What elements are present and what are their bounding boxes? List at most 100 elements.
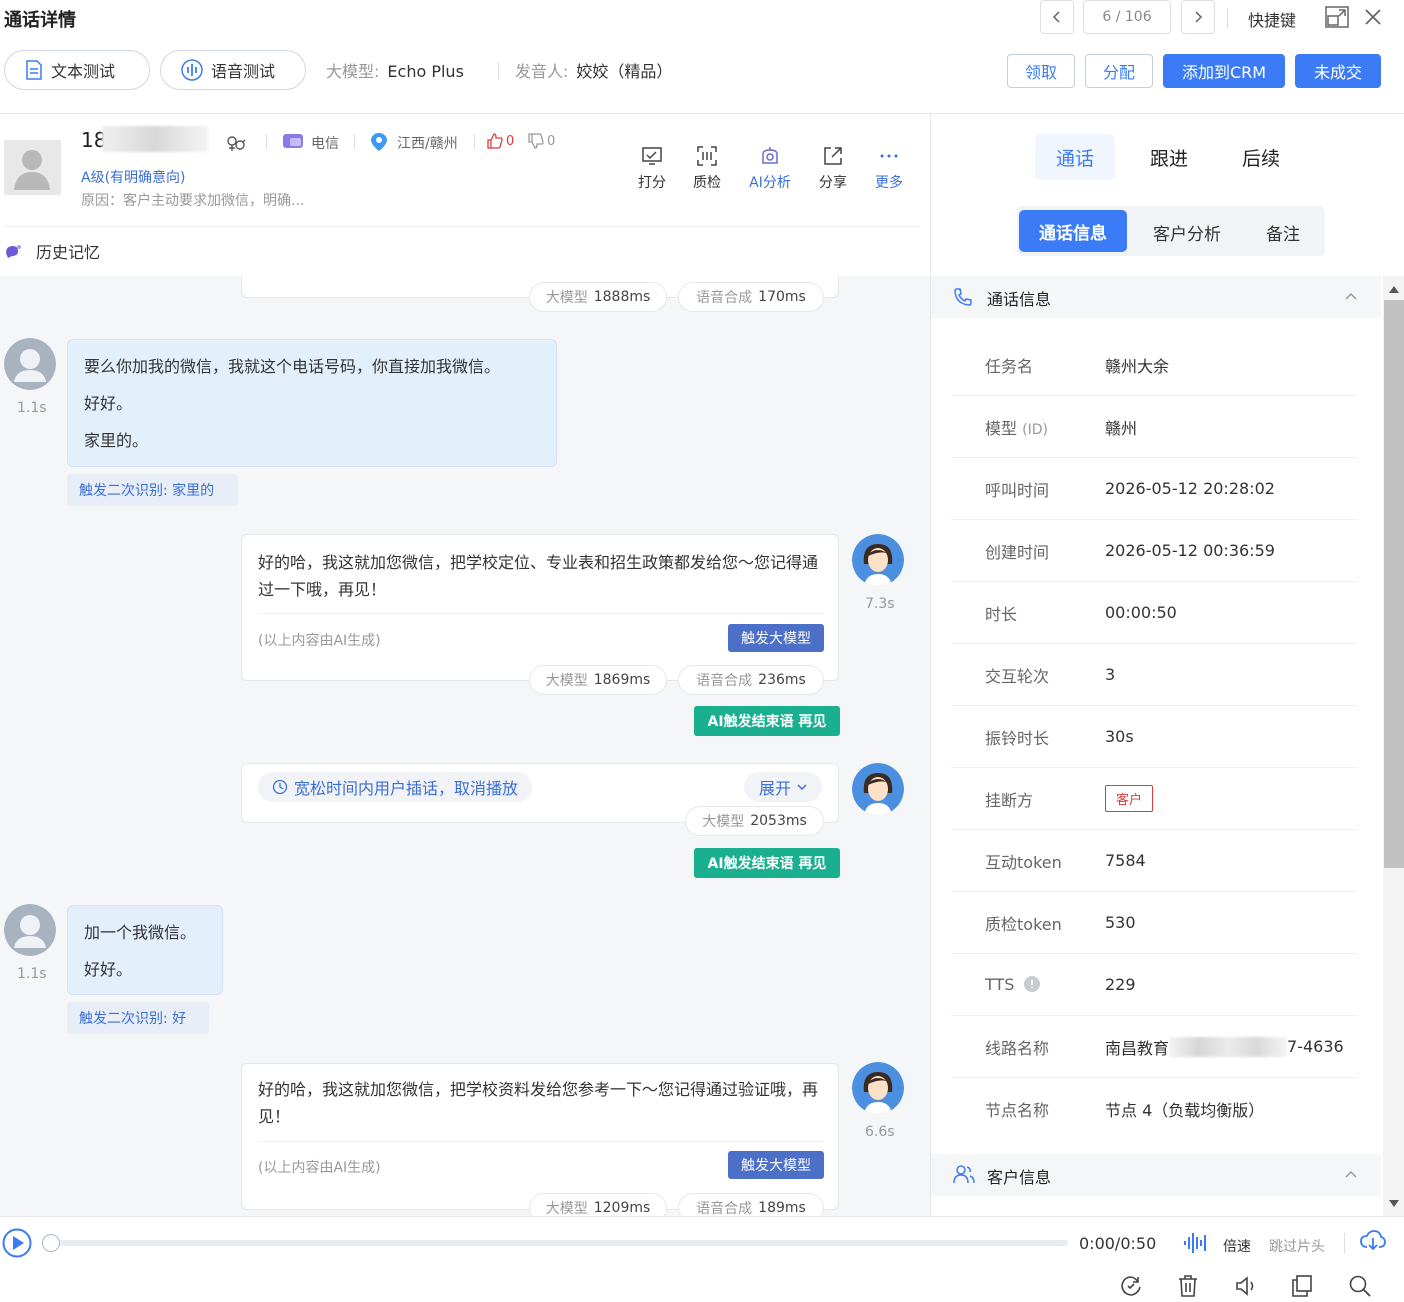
shortcut-link[interactable]: 快捷键 xyxy=(1248,7,1296,31)
prev-page-button[interactable] xyxy=(1040,0,1074,34)
divider xyxy=(258,1141,824,1142)
tab-subsequent[interactable]: 后续 xyxy=(1221,144,1301,171)
subtab-call-info[interactable]: 通话信息 xyxy=(1019,210,1127,252)
ai-message-text: 好的哈，我这就加您微信，把学校定位、专业表和招生政策都发给您～您记得通过一下哦，… xyxy=(258,553,819,599)
trash-icon[interactable] xyxy=(1178,1275,1198,1297)
tab-call[interactable]: 通话 xyxy=(1035,134,1115,180)
ai-end-phrase-badge: AI触发结束语 再见 xyxy=(694,848,840,878)
divider xyxy=(498,62,499,80)
add-to-crm-button[interactable]: 添加到CRM xyxy=(1163,54,1285,88)
tab-follow-up[interactable]: 跟进 xyxy=(1129,144,1209,171)
progress-handle[interactable] xyxy=(42,1234,60,1252)
info-value: 2026-05-12 00:36:59 xyxy=(1105,541,1275,560)
ai-analysis-tool[interactable]: AI分析 xyxy=(745,146,795,192)
like-count: 0 xyxy=(506,133,515,149)
text-test-button[interactable]: 文本测试 xyxy=(4,50,150,90)
section-call-info-title: 通话信息 xyxy=(987,290,1052,309)
ai-robot-icon xyxy=(762,147,778,164)
scroll-down-arrow-icon[interactable] xyxy=(1389,1200,1399,1207)
users-icon xyxy=(953,1165,975,1184)
window-icon[interactable] xyxy=(1292,1275,1312,1297)
info-value: 530 xyxy=(1105,913,1136,932)
more-tool[interactable]: 更多 xyxy=(864,146,914,192)
info-row-model: 模型 (ID) 赣州 xyxy=(951,396,1357,458)
quality-check-tool[interactable]: 质检 xyxy=(682,146,732,192)
avatar xyxy=(4,140,61,195)
trigger-llm-badge: 触发大模型 xyxy=(728,1151,824,1179)
scroll-up-arrow-icon[interactable] xyxy=(1389,286,1399,293)
subtab-notes[interactable]: 备注 xyxy=(1247,220,1319,245)
progress-track[interactable] xyxy=(50,1240,1068,1246)
voice-test-button[interactable]: 语音测试 xyxy=(160,50,306,90)
info-key: 模型 (ID) xyxy=(985,418,1048,438)
audio-player: 0:00/0:50 倍速 跳过片头 xyxy=(0,1216,1404,1302)
info-key: 时长 xyxy=(985,604,1018,624)
refresh-icon[interactable] xyxy=(1120,1275,1142,1297)
agent-girl-icon xyxy=(852,1062,904,1114)
info-circle-icon[interactable] xyxy=(1023,976,1040,992)
masked-line-name xyxy=(1169,1036,1288,1057)
claim-button[interactable]: 领取 xyxy=(1007,54,1075,88)
share-tool[interactable]: 分享 xyxy=(808,146,858,192)
info-row-interaction-token: 互动token 7584 xyxy=(951,830,1357,892)
section-customer-info-header[interactable]: 客户信息 xyxy=(931,1154,1381,1196)
divider xyxy=(266,134,267,150)
tts-latency: 语音合成 189ms xyxy=(678,1193,824,1216)
info-key: 节点名称 xyxy=(985,1101,1050,1120)
share-label: 分享 xyxy=(819,175,847,191)
llm-latency: 大模型 1888ms xyxy=(529,282,667,312)
score-tool[interactable]: 打分 xyxy=(627,146,677,192)
score-label: 打分 xyxy=(638,175,666,191)
scrollbar-thumb[interactable] xyxy=(1384,300,1404,868)
info-row-line-name: 线路名称 南昌教育 7-4636 xyxy=(951,1016,1357,1078)
divider xyxy=(1344,1233,1345,1253)
divider xyxy=(1227,8,1228,28)
section-call-info-header[interactable]: 通话信息 xyxy=(931,276,1381,318)
agent-girl-icon xyxy=(852,534,904,586)
search-icon[interactable] xyxy=(1349,1275,1371,1297)
chat-transcript[interactable]: 大模型 1888ms 语音合成 170ms 1.1s 要么你加我的微信，我就这个电话… xyxy=(0,276,930,1216)
user-message-line: 好好。 xyxy=(84,960,133,979)
close-icon[interactable] xyxy=(1364,8,1382,26)
skip-intro-button[interactable]: 跳过片头 xyxy=(1269,1236,1325,1256)
waveform-icon[interactable] xyxy=(1183,1231,1209,1255)
agent-avatar xyxy=(852,534,904,586)
tts-latency: 语音合成 170ms xyxy=(678,282,824,312)
user-message: 加一个我微信。 好好。 xyxy=(67,905,223,995)
page-indicator: 6 / 106 xyxy=(1083,0,1171,34)
assign-button[interactable]: 分配 xyxy=(1085,54,1153,88)
expand-button[interactable]: 展开 xyxy=(744,772,822,802)
user-placeholder-icon xyxy=(14,150,50,190)
download-icon[interactable] xyxy=(1360,1229,1386,1253)
document-icon xyxy=(26,60,42,80)
next-page-button[interactable] xyxy=(1181,0,1215,34)
user-avatar xyxy=(4,904,56,956)
chevron-down-icon xyxy=(797,784,807,791)
speaker-value: 姣姣（精品） xyxy=(576,62,673,81)
like-button[interactable]: 0 xyxy=(487,133,514,149)
play-button[interactable] xyxy=(2,1228,32,1258)
info-key: 任务名 xyxy=(985,356,1034,376)
no-deal-button[interactable]: 未成交 xyxy=(1295,54,1381,88)
history-memory-link[interactable]: 历史记忆 xyxy=(4,239,100,263)
speed-button[interactable]: 倍速 xyxy=(1223,1236,1251,1256)
dislike-button[interactable]: 0 xyxy=(528,133,555,149)
subtab-customer-analysis[interactable]: 客户分析 xyxy=(1135,220,1239,245)
volume-icon[interactable] xyxy=(1235,1275,1257,1297)
llm-latency: 大模型 2053ms xyxy=(685,806,824,836)
user-message-line: 加一个我微信。 xyxy=(84,923,197,942)
scan-icon xyxy=(697,146,717,166)
agent-avatar xyxy=(852,1062,904,1114)
ai-note: (以上内容由AI生成) xyxy=(258,633,381,649)
fullscreen-icon[interactable] xyxy=(1325,6,1349,28)
playback-time: 0:00/0:50 xyxy=(1079,1234,1157,1253)
score-icon xyxy=(642,147,662,165)
customer-grade: A级(有明确意向) xyxy=(81,170,186,186)
info-key: 交互轮次 xyxy=(985,666,1050,686)
location-pin-icon xyxy=(370,132,388,152)
info-row-task: 任务名 赣州大余 xyxy=(951,334,1357,396)
info-key: 振铃时长 xyxy=(985,728,1050,748)
scrollbar-track[interactable] xyxy=(1383,276,1404,1216)
secondary-recognition-tag: 触发二次识别: 好 xyxy=(67,1002,209,1034)
section-customer-info-title: 客户信息 xyxy=(987,1168,1052,1187)
